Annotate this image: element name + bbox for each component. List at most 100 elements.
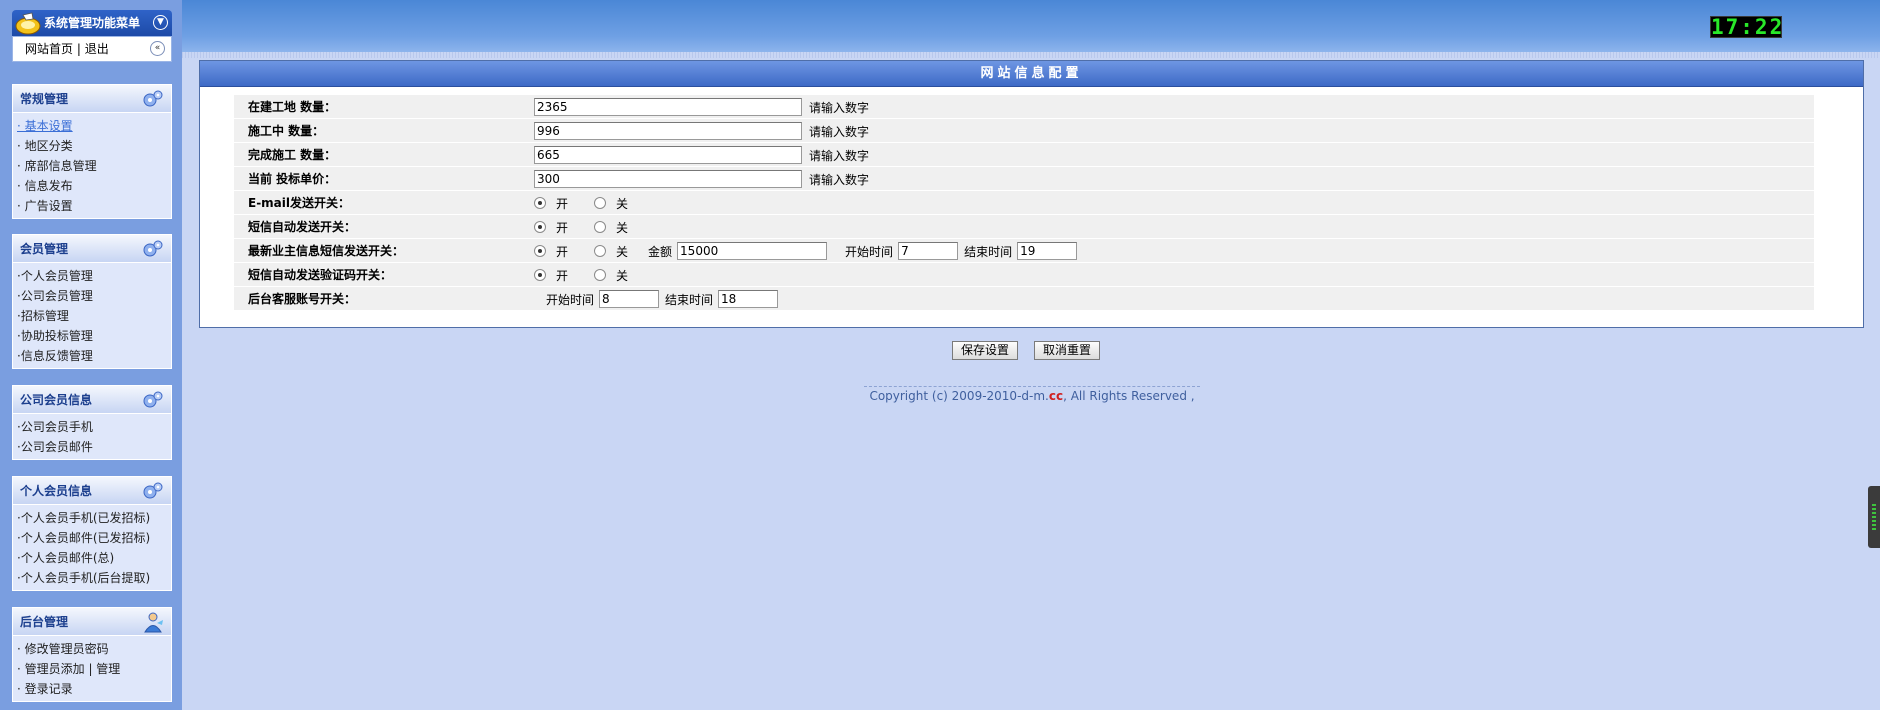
menu-links: 网站首页 | 退出 «	[12, 36, 172, 62]
menu-item-publish[interactable]: · 信息发布	[17, 176, 171, 196]
config-form: 在建工地 数量： 请输入数字 施工中 数量： 请输入数字 完成施工 数量： 请输…	[234, 95, 1814, 311]
menu-item-region[interactable]: · 地区分类	[17, 136, 171, 156]
email-off-radio[interactable]	[594, 197, 607, 209]
menu-group-title: 会员管理	[20, 242, 69, 256]
owner-start-time-input[interactable]	[898, 242, 959, 260]
menu-item-change-password[interactable]: · 修改管理员密码	[17, 639, 171, 659]
owner-sms-on-radio[interactable]	[534, 245, 546, 257]
menu-item-login-log[interactable]: · 登录记录	[17, 679, 171, 699]
menu-item-dept-info[interactable]: · 席部信息管理	[17, 156, 171, 176]
form-row-verify-sms: 短信自动发送验证码开关： 开 关	[234, 263, 1814, 287]
home-link[interactable]: 网站首页	[25, 42, 73, 56]
menu-title-bar: 系统管理功能菜单 ▼	[12, 10, 172, 36]
radio-label: 开	[556, 196, 569, 211]
menu-item-feedback[interactable]: ·信息反馈管理	[17, 346, 171, 366]
copyright-brand: cc	[1048, 389, 1064, 403]
config-panel: 网站信息配置 在建工地 数量： 请输入数字 施工中 数量： 请输入数字 完成施工…	[199, 60, 1864, 328]
logo-icon	[15, 12, 41, 35]
radio-label: 开	[556, 220, 569, 235]
amount-label: 金额	[648, 244, 673, 259]
form-actions: 保存设置 取消重置	[952, 341, 1101, 360]
form-row-working: 施工中 数量： 请输入数字	[234, 119, 1814, 143]
menu-item-personal-email-bid[interactable]: ·个人会员邮件(已发招标)	[17, 528, 171, 548]
gears-icon	[143, 482, 163, 499]
owner-end-time-input[interactable]	[1017, 242, 1078, 260]
sms-off-radio[interactable]	[594, 221, 607, 233]
radio-label: 关	[616, 220, 629, 235]
form-row-email: E-mail发送开关： 开 关	[234, 191, 1814, 215]
menu-group-head[interactable]: 常规管理	[13, 85, 171, 113]
radio-label: 开	[556, 268, 569, 283]
form-row-price: 当前 投标单价： 请输入数字	[234, 167, 1814, 191]
menu-item-company-email[interactable]: ·公司会员邮件	[17, 437, 171, 457]
field-hint: 请输入数字	[809, 124, 870, 139]
copyright-prefix: Copyright (c) 2009-2010-d-m.	[869, 389, 1049, 403]
form-row-sms: 短信自动发送开关： 开 关	[234, 215, 1814, 239]
field-label: 施工中 数量：	[248, 124, 325, 138]
menu-group-title: 个人会员信息	[20, 484, 93, 498]
menu-item-bids[interactable]: ·招标管理	[17, 306, 171, 326]
save-settings-button[interactable]: 保存设置	[952, 341, 1019, 360]
bid-price-input[interactable]	[534, 170, 802, 188]
menu-header: 系统管理功能菜单 ▼ 网站首页 | 退出 «	[12, 10, 172, 62]
sites-count-input[interactable]	[534, 98, 802, 116]
reset-button[interactable]: 取消重置	[1034, 341, 1101, 360]
field-hint: 请输入数字	[809, 172, 870, 187]
service-start-time-input[interactable]	[599, 290, 660, 308]
verify-sms-on-radio[interactable]	[534, 269, 546, 281]
field-label: 当前 投标单价：	[248, 172, 337, 186]
menu-group-company-info: 公司会员信息 ·公司会员手机 ·公司会员邮件	[12, 385, 172, 460]
done-count-input[interactable]	[534, 146, 802, 164]
menu-item-personal-members[interactable]: ·个人会员管理	[17, 266, 171, 286]
menu-group-head[interactable]: 会员管理	[13, 235, 171, 263]
menu-item-personal-phone-bid[interactable]: ·个人会员手机(已发招标)	[17, 508, 171, 528]
menu-item-admin-manage[interactable]: · 管理员添加 | 管理	[17, 659, 171, 679]
menu-item-ads[interactable]: · 广告设置	[17, 196, 171, 216]
menu-title: 系统管理功能菜单	[44, 16, 141, 30]
form-row-owner-sms: 最新业主信息短信发送开关： 开 关 金额 开始时间 结束时间	[234, 239, 1814, 263]
radio-label: 关	[616, 268, 629, 283]
menu-group-head[interactable]: 个人会员信息	[13, 477, 171, 505]
double-chevron-left-icon[interactable]: «	[150, 41, 165, 56]
field-label: 最新业主信息短信发送开关：	[248, 244, 405, 258]
copyright-footer: Copyright (c) 2009-2010-d-m.cc, All Righ…	[864, 386, 1200, 403]
chevron-down-circle-icon[interactable]: ▼	[153, 15, 168, 30]
menu-item-basic-settings[interactable]: · 基本设置	[17, 116, 171, 136]
menu-group-title: 后台管理	[20, 615, 69, 629]
sidebar: 系统管理功能菜单 ▼ 网站首页 | 退出 « 常规管理 · 基本设置 · 地区分…	[0, 0, 182, 710]
menu-item-personal-email-all[interactable]: ·个人会员邮件(总)	[17, 548, 171, 568]
field-hint: 请输入数字	[809, 148, 870, 163]
menu-group-members: 会员管理 ·个人会员管理 ·公司会员管理 ·招标管理 ·协助投标管理 ·信息反馈…	[12, 234, 172, 369]
service-end-time-input[interactable]	[718, 290, 779, 308]
owner-sms-off-radio[interactable]	[594, 245, 607, 257]
digital-clock: 17:22	[1710, 15, 1785, 39]
gears-icon	[143, 240, 163, 257]
end-time-label: 结束时间	[665, 292, 714, 307]
working-count-input[interactable]	[534, 122, 802, 140]
form-row-done: 完成施工 数量： 请输入数字	[234, 143, 1814, 167]
field-label: 短信自动发送开关：	[248, 220, 357, 234]
menu-item-personal-phone-extract[interactable]: ·个人会员手机(后台提取)	[17, 568, 171, 588]
menu-group-title: 常规管理	[20, 92, 69, 106]
user-icon	[144, 612, 163, 633]
side-drawer-handle[interactable]	[1868, 486, 1880, 548]
menu-group-title: 公司会员信息	[20, 393, 93, 407]
gears-icon	[143, 90, 163, 107]
email-on-radio[interactable]	[534, 197, 546, 209]
menu-item-company-phone[interactable]: ·公司会员手机	[17, 417, 171, 437]
menu-group-head[interactable]: 公司会员信息	[13, 386, 171, 414]
banner-divider	[182, 52, 1880, 58]
link-separator: |	[76, 42, 81, 56]
menu-group-personal-info: 个人会员信息 ·个人会员手机(已发招标) ·个人会员邮件(已发招标) ·个人会员…	[12, 476, 172, 591]
menu-group-admin: 后台管理 · 修改管理员密码 · 管理员添加 | 管理 · 登录记录	[12, 607, 172, 702]
amount-input[interactable]	[677, 242, 828, 260]
logout-link[interactable]: 退出	[85, 42, 109, 56]
radio-label: 关	[616, 196, 629, 211]
menu-group-head[interactable]: 后台管理	[13, 608, 171, 636]
menu-group-general: 常规管理 · 基本设置 · 地区分类 · 席部信息管理 · 信息发布 · 广告设…	[12, 84, 172, 219]
verify-sms-off-radio[interactable]	[594, 269, 607, 281]
menu-item-company-members[interactable]: ·公司会员管理	[17, 286, 171, 306]
menu-item-assist-bids[interactable]: ·协助投标管理	[17, 326, 171, 346]
sms-on-radio[interactable]	[534, 221, 546, 233]
form-row-service: 后台客服账号开关： 开始时间 结束时间	[234, 287, 1814, 311]
